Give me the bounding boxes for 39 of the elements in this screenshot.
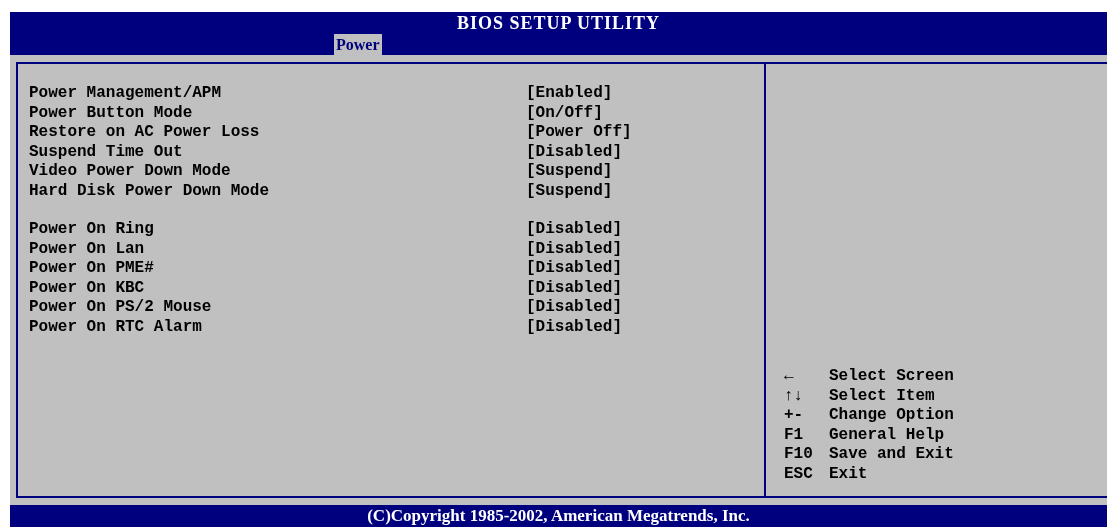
- setting-value[interactable]: [Suspend]: [526, 162, 764, 182]
- setting-label: Power Button Mode: [29, 103, 194, 123]
- setting-value[interactable]: [Enabled]: [526, 84, 764, 104]
- setting-label: Power Management/APM: [29, 84, 223, 104]
- setting-value[interactable]: [Disabled]: [526, 239, 764, 259]
- setting-value[interactable]: [Disabled]: [526, 220, 764, 240]
- copyright-text: (C)Copyright 1985-2002, American Megatrends, Inc.: [367, 505, 750, 527]
- setting-value[interactable]: [Suspend]: [526, 181, 764, 201]
- key-label: F10: [784, 445, 814, 465]
- key-action: Select Screen: [829, 367, 955, 387]
- setting-label: Power On PS/2 Mouse: [29, 298, 213, 318]
- setting-value[interactable]: [Power Off]: [526, 123, 764, 143]
- key-label: ↑↓: [784, 386, 805, 406]
- key-action: Exit: [829, 464, 869, 484]
- setting-label: Power On KBC: [29, 278, 146, 298]
- key-label: F1: [784, 425, 805, 445]
- window-title: BIOS SETUP UTILITY: [456, 12, 661, 34]
- setting-label: Power On PME#: [29, 259, 155, 279]
- setting-value[interactable]: [Disabled]: [526, 317, 764, 337]
- setting-value[interactable]: [On/Off]: [526, 103, 764, 123]
- key-label: ESC: [784, 464, 814, 484]
- setting-value[interactable]: [Disabled]: [526, 142, 764, 162]
- setting-value[interactable]: [Disabled]: [526, 278, 764, 298]
- key-action: Change Option: [829, 406, 955, 426]
- setting-label: Suspend Time Out: [29, 142, 184, 162]
- setting-label: Power On Lan: [29, 239, 146, 259]
- setting-label: Video Power Down Mode: [29, 162, 232, 182]
- setting-label: Power On RTC Alarm: [29, 317, 203, 337]
- setting-label: Restore on AC Power Loss: [29, 123, 261, 143]
- key-action: Select Item: [829, 386, 936, 406]
- key-label: +-: [784, 406, 805, 426]
- key-action: General Help: [829, 425, 946, 445]
- key-label: ←: [784, 367, 795, 387]
- tab[interactable]: Power: [334, 34, 382, 55]
- setting-value[interactable]: [Disabled]: [526, 259, 764, 279]
- setting-value[interactable]: [Disabled]: [526, 298, 764, 318]
- setting-label: Hard Disk Power Down Mode: [29, 181, 271, 201]
- setting-label: Power On Ring: [29, 220, 155, 240]
- key-action: Save and Exit: [829, 445, 955, 465]
